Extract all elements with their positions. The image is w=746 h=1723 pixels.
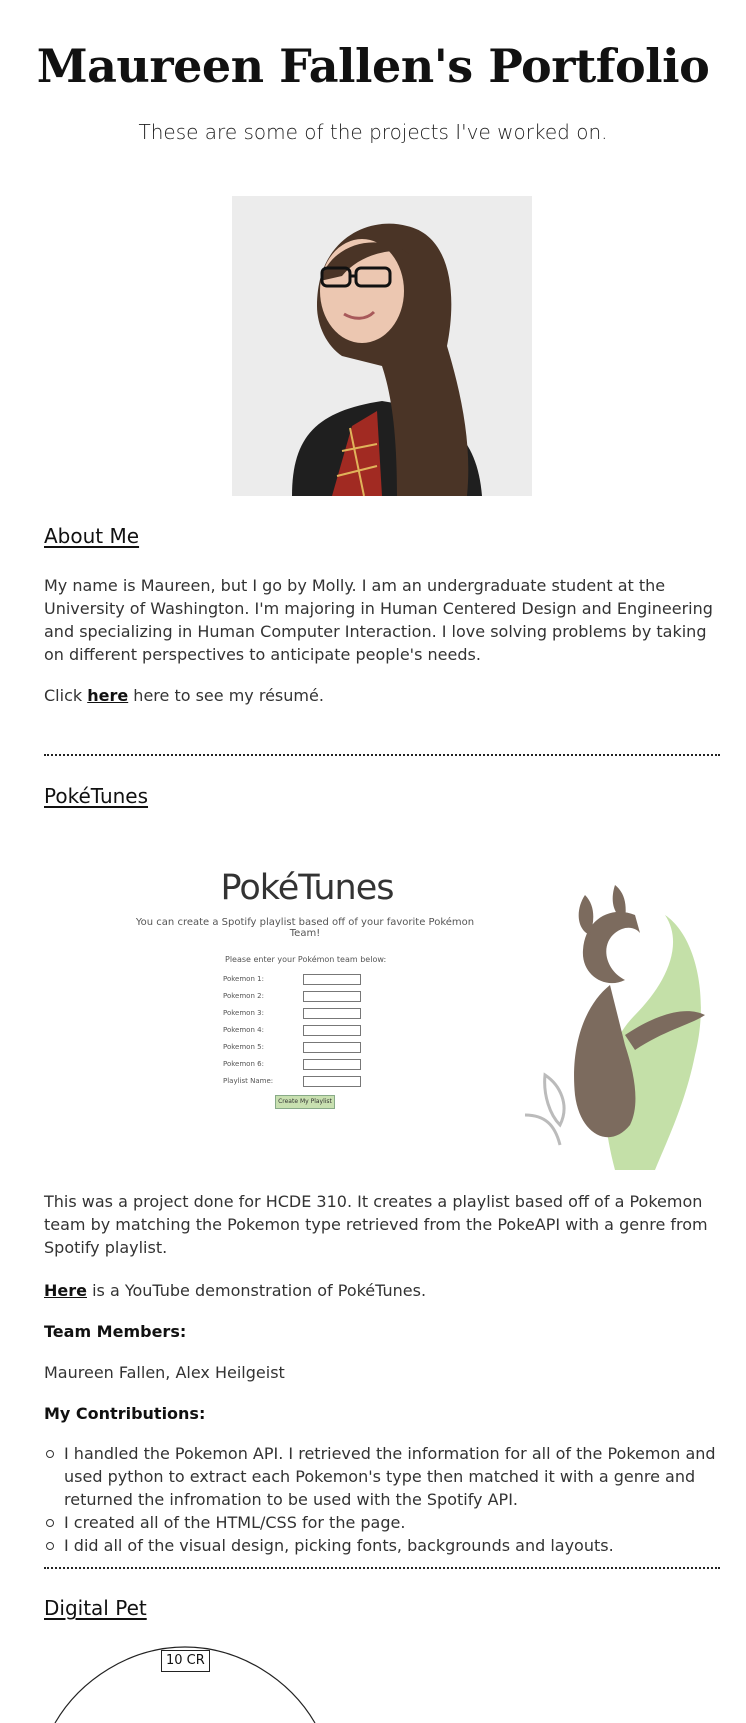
poketunes-screenshot: PokéTunes You can create a Spotify playl… [125,855,715,1170]
screenshot-field-row: Playlist Name: [223,1076,363,1088]
page-subtitle: These are some of the projects I've work… [138,120,608,144]
screenshot-field-row: Pokemon 4: [223,1025,363,1037]
field-box [303,1059,361,1070]
field-label: Pokemon 6: [223,1060,264,1068]
screenshot-field-row: Pokemon 2: [223,991,363,1003]
screenshot-field-row: Pokemon 1: [223,974,363,986]
field-label: Pokemon 4: [223,1026,264,1034]
poketunes-description: This was a project done for HCDE 310. It… [44,1192,708,1257]
list-item: I created all of the HTML/CSS for the pa… [46,1511,740,1534]
field-box [303,1025,361,1036]
team-label: Team Members: [44,1322,187,1341]
credits-badge: 10 CR [161,1650,210,1672]
list-item: I did all of the visual design, picking … [46,1534,740,1557]
demo-suffix: is a YouTube demonstration of PokéTunes. [92,1281,427,1300]
resume-link[interactable]: here [87,686,128,705]
field-label: Pokemon 3: [223,1009,264,1017]
list-item: I handled the Pokemon API. I retrieved t… [46,1442,740,1511]
screenshot-field-row: Pokemon 6: [223,1059,363,1071]
field-label: Pokemon 1: [223,975,264,983]
screenshot-form-heading: Please enter your Pokémon team below: [225,955,387,964]
field-box [303,991,361,1002]
about-bio: My name is Maureen, but I go by Molly. I… [44,576,713,664]
resume-line: Click here here to see my résumé. [44,684,714,707]
demo-link[interactable]: Here [44,1281,87,1300]
field-box [303,1008,361,1019]
screenshot-field-row: Pokemon 3: [223,1008,363,1020]
about-heading: About Me [44,524,140,548]
contributions-label: My Contributions: [44,1404,206,1423]
field-label: Playlist Name: [223,1077,274,1085]
page-title: Maureen Fallen's Portfolio [36,39,710,93]
digital-pet-circle [54,1646,316,1723]
screenshot-field-row: Pokemon 5: [223,1042,363,1054]
profile-photo [232,196,532,496]
field-label: Pokemon 2: [223,992,264,1000]
field-box [303,1076,361,1087]
field-label: Pokemon 5: [223,1043,264,1051]
pokemon-illustration [524,885,705,1170]
team-members: Maureen Fallen, Alex Heilgeist [44,1363,285,1382]
field-box [303,974,361,985]
poketunes-heading: PokéTunes [44,784,149,808]
screenshot-title: PokéTunes [220,868,394,908]
screenshot-subtitle: You can create a Spotify playlist based … [135,917,475,939]
resume-suffix: here to see my résumé. [133,686,324,705]
section-divider [44,1567,720,1569]
contributions-list: I handled the Pokemon API. I retrieved t… [44,1442,740,1557]
screenshot-create-button: Create My Playlist [275,1095,335,1109]
demo-line: Here is a YouTube demonstration of PokéT… [44,1279,714,1302]
resume-prefix: Click [44,686,83,705]
field-box [303,1042,361,1053]
digital-pet-heading: Digital Pet [44,1596,147,1620]
section-divider [44,754,720,756]
